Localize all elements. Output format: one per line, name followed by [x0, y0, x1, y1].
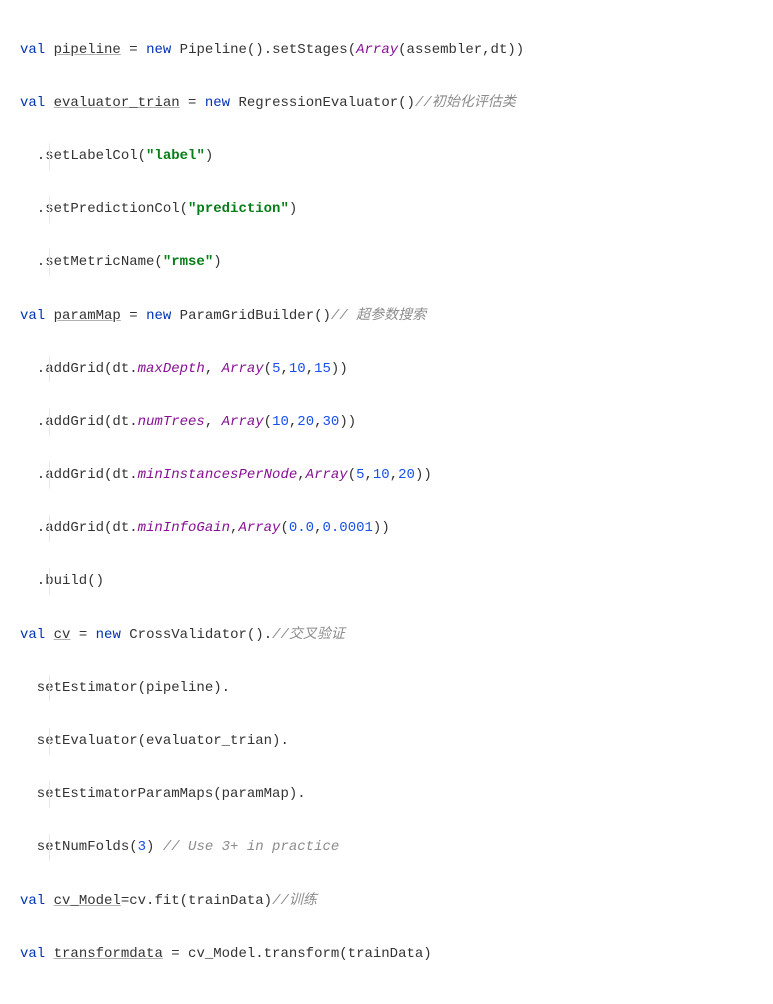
member-mininfogain: minInfoGain: [138, 520, 230, 536]
var-evaluator: evaluator_trian: [54, 95, 180, 111]
code-line: .addGrid(dt.maxDepth, Array(5,10,15)): [20, 356, 753, 383]
member-numtrees: numTrees: [138, 414, 205, 430]
code-line: .build(): [20, 568, 753, 595]
keyword-val: val: [20, 893, 45, 909]
code-line: setNumFolds(3) // Use 3+ in practice: [20, 834, 753, 861]
comment: //初始化评估类: [415, 95, 516, 111]
comment: //交叉验证: [272, 627, 345, 643]
keyword-new: new: [146, 42, 171, 58]
comment: // Use 3+ in practice: [163, 839, 339, 855]
code-line: .setMetricName("rmse"): [20, 249, 753, 276]
code-line: setEstimatorParamMaps(paramMap).: [20, 781, 753, 808]
code-line: val paramMap = new ParamGridBuilder()// …: [20, 303, 753, 330]
var-parammap: paramMap: [54, 308, 121, 324]
code-line: .setPredictionCol("prediction"): [20, 196, 753, 223]
keyword-new: new: [96, 627, 121, 643]
code-line: setEstimator(pipeline).: [20, 675, 753, 702]
keyword-new: new: [205, 95, 230, 111]
code-line: val pipeline = new Pipeline().setStages(…: [20, 37, 753, 64]
var-transformdata: transformdata: [54, 946, 163, 962]
keyword-val: val: [20, 42, 45, 58]
string-literal: "prediction": [188, 201, 289, 217]
code-line: val evaluator_trian = new RegressionEval…: [20, 90, 753, 117]
keyword-val: val: [20, 308, 45, 324]
keyword-new: new: [146, 308, 171, 324]
code-line: val cv = new CrossValidator().//交叉验证: [20, 622, 753, 649]
code-line: .addGrid(dt.minInstancesPerNode,Array(5,…: [20, 462, 753, 489]
keyword-val: val: [20, 946, 45, 962]
var-cvmodel: cv_Model: [54, 893, 121, 909]
comment: //训练: [272, 893, 317, 909]
code-block: val pipeline = new Pipeline().setStages(…: [0, 0, 773, 1004]
var-pipeline: pipeline: [54, 42, 121, 58]
comment: // 超参数搜索: [331, 308, 426, 324]
code-line: setEvaluator(evaluator_trian).: [20, 728, 753, 755]
code-line: val cv_Model=cv.fit(trainData)//训练: [20, 888, 753, 915]
string-literal: "label": [146, 148, 205, 164]
code-line: .addGrid(dt.minInfoGain,Array(0.0,0.0001…: [20, 515, 753, 542]
member-maxdepth: maxDepth: [138, 361, 205, 377]
code-line: val transformdata = cv_Model.transform(t…: [20, 941, 753, 968]
keyword-val: val: [20, 95, 45, 111]
keyword-val: val: [20, 627, 45, 643]
member-mininstances: minInstancesPerNode: [138, 467, 298, 483]
string-literal: "rmse": [163, 254, 213, 270]
code-line: .setLabelCol("label"): [20, 143, 753, 170]
var-cv: cv: [54, 627, 71, 643]
code-line: .addGrid(dt.numTrees, Array(10,20,30)): [20, 409, 753, 436]
